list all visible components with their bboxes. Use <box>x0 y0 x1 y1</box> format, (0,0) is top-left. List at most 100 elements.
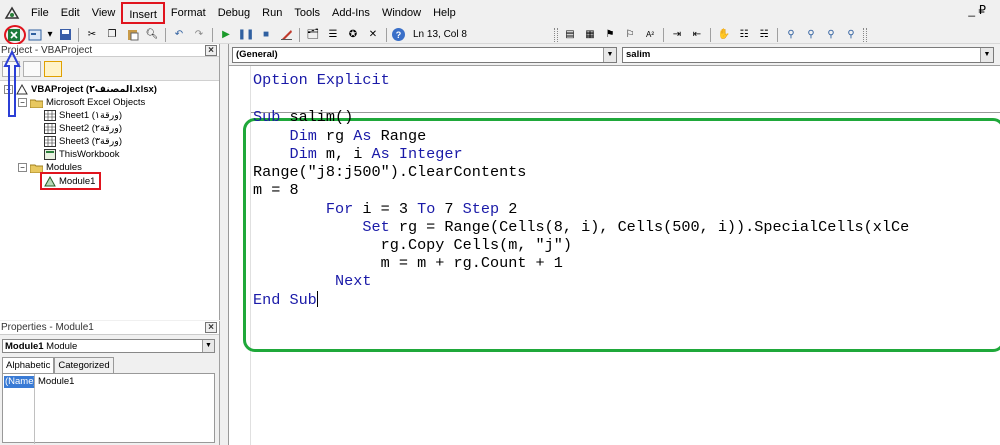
property-value[interactable]: Module1 <box>34 376 214 388</box>
indent-icon[interactable]: ⇥ <box>669 27 685 43</box>
break-icon[interactable]: ❚❚ <box>238 27 255 43</box>
tree-label: Sheet2 (ورقة٢) <box>59 123 123 134</box>
paste-icon[interactable] <box>124 27 140 43</box>
menu-window[interactable]: Window <box>376 2 427 24</box>
code-line[interactable]: rg.Copy Cells(m, "j") <box>253 236 572 254</box>
undo-icon[interactable]: ↶ <box>171 27 187 43</box>
collapse-icon[interactable]: − <box>18 163 27 172</box>
tree-node-excel-objects[interactable]: − Microsoft Excel Objects <box>18 96 145 109</box>
run-icon[interactable]: ▶ <box>218 27 234 43</box>
menu-addins[interactable]: Add-Ins <box>326 2 376 24</box>
tree-node-sheet1[interactable]: Sheet1 (ورقة١) <box>44 109 122 122</box>
menu-help[interactable]: Help <box>427 2 462 24</box>
code-line[interactable]: Sub salim() <box>253 108 353 126</box>
dropdown-arrow-icon[interactable]: ▾ <box>47 27 53 43</box>
chevron-down-icon[interactable]: ▼ <box>980 47 993 62</box>
cut-icon[interactable]: ✂ <box>84 27 100 43</box>
close-icon[interactable]: × <box>205 44 217 56</box>
menu-tools[interactable]: Tools <box>288 2 326 24</box>
previous-bookmark-icon[interactable]: ⚲ <box>823 27 839 43</box>
code-line[interactable]: Set rg = Range(Cells(8, i), Cells(500, i… <box>253 218 909 236</box>
code-line[interactable]: Dim rg As Range <box>253 127 426 145</box>
parameter-info-icon[interactable]: ⚐ <box>622 27 638 43</box>
tree-node-module1[interactable]: Module1 <box>40 172 102 190</box>
procedure-dropdown[interactable]: salim ▼ <box>622 46 994 63</box>
object-dropdown-value: (General) <box>236 49 278 60</box>
toggle-breakpoint-icon[interactable]: ✋ <box>716 27 732 43</box>
help-icon[interactable]: ? <box>392 28 405 41</box>
window-minimize-button[interactable]: _ ₽ <box>968 3 986 17</box>
toggle-folders-button[interactable] <box>44 60 62 77</box>
outdent-icon[interactable]: ⇤ <box>689 27 705 43</box>
tree-node-thisworkbook[interactable]: ThisWorkbook <box>44 148 120 161</box>
reset-icon[interactable]: ■ <box>258 27 274 43</box>
toolbox-icon[interactable]: ✕ <box>365 27 381 43</box>
view-excel-button[interactable] <box>3 24 26 45</box>
code-line[interactable]: Next <box>253 272 371 290</box>
code-line[interactable]: m = 8 <box>253 181 299 199</box>
properties-object-select[interactable]: Module1 Module ▼ <box>2 339 215 353</box>
code-editor[interactable]: Option Explicit Sub salim() Dim rg As Ran… <box>229 66 1000 445</box>
object-dropdown[interactable]: (General) ▼ <box>232 46 617 63</box>
insert-userform-icon[interactable] <box>27 27 43 43</box>
toolbar-grip[interactable] <box>863 27 867 42</box>
quick-info-icon[interactable]: ⚑ <box>602 27 618 43</box>
vba-app-icon[interactable] <box>3 4 21 22</box>
code-line[interactable]: Dim m, i As Integer <box>253 145 462 163</box>
project-explorer-icon[interactable]: 🗂︎ <box>305 27 321 43</box>
toggle-bookmark-icon[interactable]: ⚲ <box>783 27 799 43</box>
next-bookmark-icon[interactable]: ⚲ <box>803 27 819 43</box>
code-line[interactable]: m = m + rg.Count + 1 <box>253 254 563 272</box>
blue-arrow-annotation <box>3 50 21 117</box>
tab-alphabetic[interactable]: Alphabetic <box>2 357 55 373</box>
object-browser-icon[interactable]: ✪ <box>345 27 361 43</box>
tree-node-sheet2[interactable]: Sheet2 (ورقة٢) <box>44 122 122 135</box>
chevron-down-icon[interactable]: ▼ <box>202 340 214 352</box>
toolbar-separator <box>212 27 213 42</box>
toolbar-separator <box>165 27 166 42</box>
menu-insert[interactable]: Insert <box>121 2 165 24</box>
uncomment-block-icon[interactable]: ☵ <box>756 27 772 43</box>
list-constants-icon[interactable]: ▦ <box>582 27 598 43</box>
procedure-separator <box>251 112 1000 113</box>
menu-edit[interactable]: Edit <box>55 2 86 24</box>
object-name: Module1 <box>5 340 44 352</box>
close-icon[interactable]: × <box>205 322 217 333</box>
sheet-icon <box>44 123 56 134</box>
properties-grid: (Name) Module1 <box>2 373 215 444</box>
menu-format[interactable]: Format <box>165 2 212 24</box>
properties-window-icon[interactable]: ☰ <box>325 27 341 43</box>
find-icon[interactable]: 🔍︎ <box>144 27 160 43</box>
design-mode-icon[interactable] <box>278 27 294 43</box>
red-circle-annotation <box>4 24 26 45</box>
list-properties-icon[interactable]: ▤ <box>562 27 578 43</box>
tree-node-vbaproject[interactable]: − VBAProject (المصنف٢.xlsx) <box>4 83 157 96</box>
tree-node-sheet3[interactable]: Sheet3 (ورقة٣) <box>44 135 122 148</box>
copy-icon[interactable]: ❐ <box>104 27 120 43</box>
menu-debug[interactable]: Debug <box>212 2 256 24</box>
toolbar-separator <box>299 27 300 42</box>
properties-pane: Properties - Module1 × Module1 Module ▼ … <box>0 321 220 445</box>
comment-block-icon[interactable]: ☷ <box>736 27 752 43</box>
menu-file[interactable]: File <box>25 2 55 24</box>
clear-bookmarks-icon[interactable]: ⚲ <box>843 27 859 43</box>
menu-view[interactable]: View <box>86 2 122 24</box>
code-dropdown-bar: (General) ▼ salim ▼ <box>229 44 1000 66</box>
toolbar-separator <box>386 27 387 42</box>
code-line[interactable]: For i = 3 To 7 Step 2 <box>253 200 517 218</box>
toolbar-separator <box>710 27 711 42</box>
menu-run[interactable]: Run <box>256 2 288 24</box>
chevron-down-icon[interactable]: ▼ <box>603 47 616 62</box>
folder-icon <box>30 163 43 173</box>
code-line[interactable]: End Sub <box>253 291 318 309</box>
code-line[interactable]: Range("j8:j500").ClearContents <box>253 163 526 181</box>
property-row-name[interactable]: (Name) Module1 <box>4 376 214 388</box>
code-line[interactable]: Option Explicit <box>253 71 390 89</box>
save-icon[interactable] <box>57 27 73 43</box>
toolbar-grip[interactable] <box>554 27 558 42</box>
complete-word-icon[interactable]: A² <box>642 27 658 43</box>
project-tree: − VBAProject (المصنف٢.xlsx) − Microsoft … <box>0 81 219 190</box>
tab-categorized[interactable]: Categorized <box>54 357 114 373</box>
redo-icon[interactable]: ↷ <box>191 27 207 43</box>
module-icon <box>44 175 56 187</box>
